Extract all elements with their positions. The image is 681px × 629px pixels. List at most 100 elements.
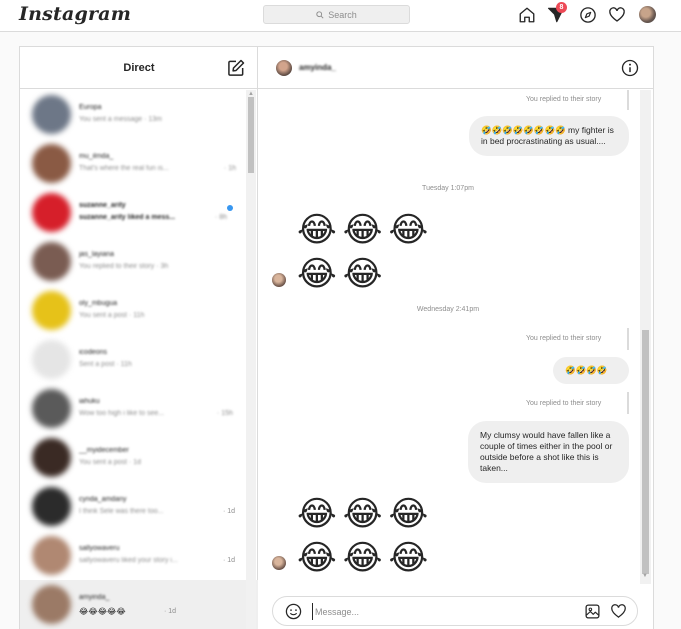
sender-avatar bbox=[272, 556, 286, 570]
thread-avatar bbox=[32, 291, 71, 330]
message-input[interactable] bbox=[312, 603, 552, 620]
thread-name: amyinda_ bbox=[79, 594, 110, 601]
thread-avatar bbox=[32, 438, 71, 477]
thread-name: icodeons bbox=[79, 349, 108, 356]
thread-item[interactable]: cynda_amdany I think Sele was there too.… bbox=[20, 482, 258, 531]
thread-preview: 😂😂😂😂😂 bbox=[79, 607, 126, 616]
thread-item[interactable]: oly_mbugua You sent a post · 11h bbox=[20, 286, 258, 335]
thread-avatar bbox=[32, 536, 71, 575]
thread-avatar bbox=[32, 389, 71, 428]
scroll-down-arrow-icon[interactable]: ▼ bbox=[642, 573, 648, 579]
thread-preview: suzanne_arity liked a mess... bbox=[79, 214, 176, 221]
message-bubble[interactable]: My clumsy would have fallen like a coupl… bbox=[468, 421, 629, 483]
thread-item[interactable]: sallyowaveru sallyowaveru liked your sto… bbox=[20, 531, 258, 580]
search-icon bbox=[316, 10, 324, 19]
thread-name: mu_ilmda_ bbox=[79, 153, 114, 160]
inbox-header: Direct bbox=[20, 47, 258, 89]
thread-item[interactable]: __myidecember You sent a post · 1d bbox=[20, 433, 258, 482]
sender-avatar bbox=[272, 273, 286, 287]
contact-avatar[interactable] bbox=[276, 60, 292, 76]
explore-compass-icon[interactable] bbox=[579, 6, 597, 24]
thread-item[interactable]: jas_layiana You replied to their story ·… bbox=[20, 237, 258, 286]
story-reply-line bbox=[627, 328, 629, 350]
thread-preview: You sent a post · 1d bbox=[79, 459, 142, 466]
new-message-icon[interactable] bbox=[226, 58, 246, 78]
instagram-logo[interactable]: Instagram bbox=[19, 3, 131, 25]
thread-item[interactable]: icodeons Sent a post · 11h bbox=[20, 335, 258, 384]
thread-name: Europa bbox=[79, 104, 102, 111]
thread-name: sallyowaveru bbox=[79, 545, 120, 552]
emoji-message[interactable]: 😂 😂 bbox=[297, 254, 382, 294]
thread-preview: I think Sele was there too... bbox=[79, 508, 164, 515]
date-separator: Wednesday 2:41pm bbox=[416, 306, 480, 313]
joy-emoji: 😂 bbox=[297, 211, 337, 249]
info-icon[interactable] bbox=[621, 59, 639, 77]
message-bubble[interactable]: 🤣🤣🤣🤣🤣🤣🤣🤣 my fighter is in bed procrastin… bbox=[469, 116, 629, 156]
thread-item[interactable]: mu_ilmda_ That's where the real fun is..… bbox=[20, 139, 258, 188]
thread-avatar bbox=[32, 585, 71, 624]
story-reply-label: You replied to their story bbox=[526, 96, 602, 103]
direct-inbox-frame: Direct Europa You sent a message · 13m m… bbox=[19, 46, 654, 629]
inbox-title: Direct bbox=[123, 62, 155, 74]
thread-name: suzanne_arity bbox=[79, 202, 126, 209]
joy-emoji: 😂 bbox=[297, 255, 337, 293]
thread-time: · 8h bbox=[215, 214, 228, 221]
profile-avatar[interactable] bbox=[639, 6, 656, 23]
story-reply-line bbox=[627, 392, 629, 414]
conversation-panel: amyinda_ You replied to their story 🤣🤣🤣🤣… bbox=[258, 47, 653, 629]
thread-avatar bbox=[32, 487, 71, 526]
message-bubble[interactable]: 🤣🤣🤣🤣 bbox=[553, 357, 629, 384]
conversation-scrollbar-thumb[interactable] bbox=[642, 330, 649, 574]
emoji-message[interactable]: 😂 😂 😂 bbox=[297, 210, 428, 250]
thread-name: jas_layiana bbox=[79, 251, 115, 258]
direct-messages-icon[interactable]: 8 bbox=[547, 2, 567, 24]
thread-time: · 15h bbox=[217, 410, 233, 417]
conversation-header: amyinda_ bbox=[258, 47, 653, 89]
thread-item[interactable]: Europa You sent a message · 13m bbox=[20, 90, 258, 139]
thread-item[interactable]: iahuku Wow too high i like to see... · 1… bbox=[20, 384, 258, 433]
notification-badge: 8 bbox=[556, 2, 567, 13]
thread-list-scrollbar-thumb[interactable] bbox=[248, 97, 254, 173]
thread-preview: sallyowaveru liked your story i... bbox=[79, 557, 178, 564]
joy-emoji: 😂 bbox=[297, 495, 337, 533]
thread-preview: That's where the real fun is... bbox=[79, 165, 169, 172]
thread-list: Europa You sent a message · 13m mu_ilmda… bbox=[20, 90, 258, 629]
thread-avatar bbox=[32, 242, 71, 281]
message-thread: You replied to their story 🤣🤣🤣🤣🤣🤣🤣🤣 my f… bbox=[258, 90, 653, 584]
thread-item-active[interactable]: amyinda_ 😂😂😂😂😂 · 1d bbox=[20, 580, 258, 629]
joy-emoji: 😂 bbox=[342, 211, 383, 249]
story-reply-label: You replied to their story bbox=[526, 400, 602, 407]
thread-preview: You sent a message · 13m bbox=[79, 116, 163, 123]
home-icon[interactable] bbox=[518, 6, 536, 24]
thread-time: · 1d bbox=[164, 608, 177, 615]
emoji-message[interactable]: 😂 😂 😂 bbox=[297, 494, 428, 534]
thread-time: · 1d bbox=[223, 508, 236, 515]
thread-avatar bbox=[32, 95, 71, 134]
thread-name: iahuku bbox=[79, 398, 100, 405]
thread-time: · 1h bbox=[224, 165, 237, 172]
heart-like-icon[interactable] bbox=[610, 603, 627, 620]
story-reply-line bbox=[627, 90, 629, 110]
search-placeholder: Search bbox=[328, 9, 357, 20]
emoji-message[interactable]: 😂 😂 😂 bbox=[297, 538, 428, 578]
contact-name[interactable]: amyinda_ bbox=[299, 63, 336, 72]
story-reply-label: You replied to their story bbox=[526, 335, 602, 342]
thread-name: __myidecember bbox=[79, 447, 129, 454]
thread-name: cynda_amdany bbox=[79, 496, 127, 503]
joy-emoji: 😂 bbox=[342, 255, 383, 293]
activity-heart-icon[interactable] bbox=[608, 6, 626, 24]
thread-avatar bbox=[32, 193, 71, 232]
joy-emoji: 😂 bbox=[297, 539, 337, 577]
thread-list-panel: Direct Europa You sent a message · 13m m… bbox=[20, 47, 258, 629]
message-composer bbox=[272, 596, 638, 626]
date-separator: Tuesday 1:07pm bbox=[422, 185, 474, 192]
thread-preview: Sent a post · 11h bbox=[79, 361, 132, 368]
top-navigation-bar: Instagram Search 8 bbox=[0, 0, 681, 32]
image-upload-icon[interactable] bbox=[584, 603, 601, 620]
thread-time: · 1d bbox=[223, 557, 236, 564]
thread-item[interactable]: suzanne_arity suzanne_arity liked a mess… bbox=[20, 188, 258, 237]
search-box[interactable]: Search bbox=[263, 5, 410, 24]
thread-avatar bbox=[32, 340, 71, 379]
emoji-picker-icon[interactable] bbox=[285, 603, 302, 620]
unread-indicator bbox=[227, 205, 233, 211]
